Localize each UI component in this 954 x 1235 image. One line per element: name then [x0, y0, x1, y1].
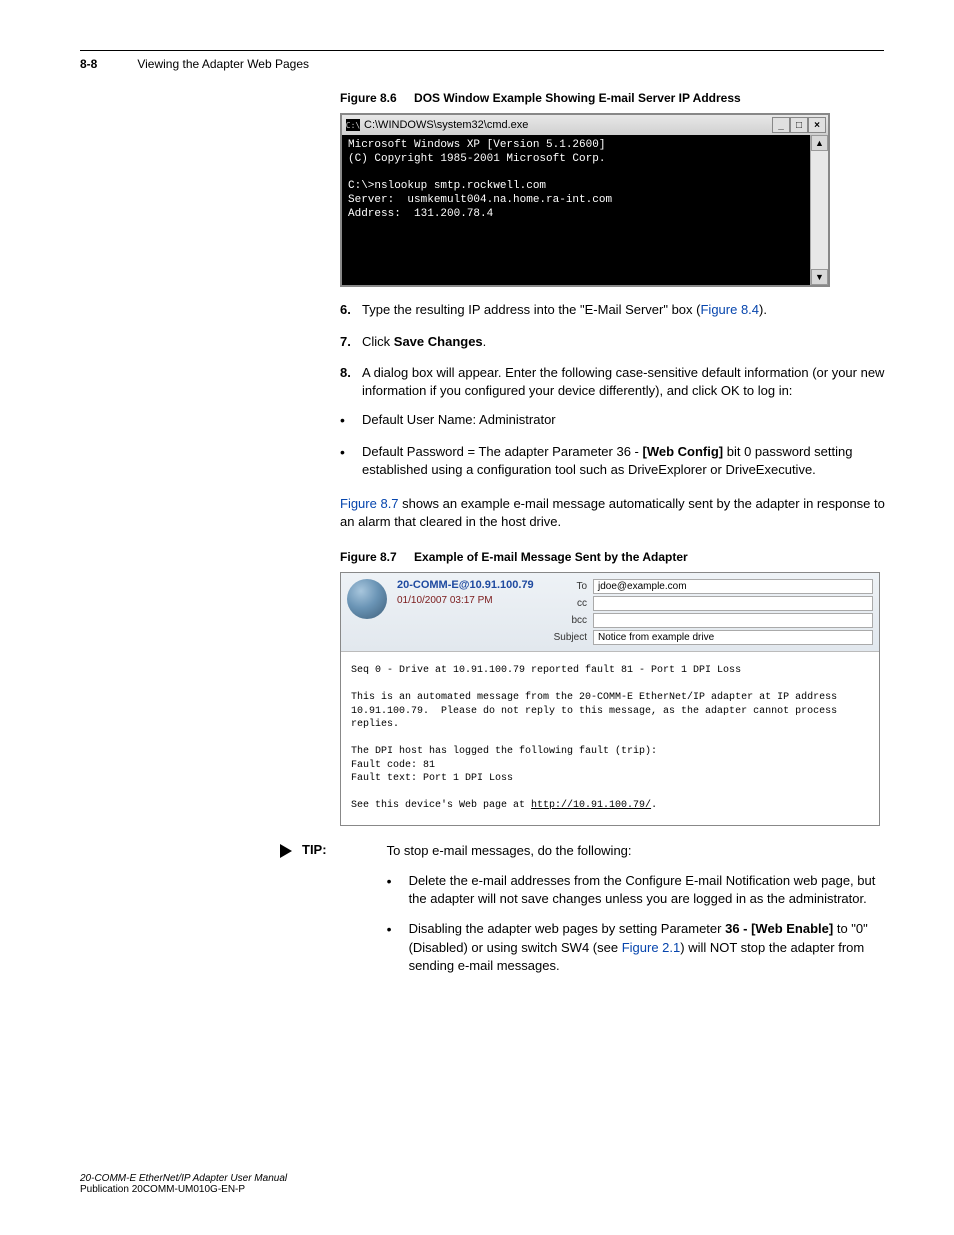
minimize-button[interactable]: _: [772, 117, 790, 133]
subject-label: Subject: [547, 632, 587, 643]
figure-title: Example of E-mail Message Sent by the Ad…: [414, 550, 688, 564]
credentials-bullet-1: • Default User Name: Administrator: [340, 411, 900, 431]
tip-block: TIP: To stop e-mail messages, do the fol…: [280, 842, 884, 975]
email-body: Seq 0 - Drive at 10.91.100.79 reported f…: [341, 652, 879, 825]
chapter-title: Viewing the Adapter Web Pages: [137, 57, 309, 71]
cc-field[interactable]: [593, 596, 873, 611]
avatar-icon: [347, 579, 387, 619]
step-6: 6. Type the resulting IP address into th…: [340, 301, 900, 319]
figure-label: Figure 8.7: [340, 550, 397, 564]
footer: 20-COMM-E EtherNet/IP Adapter User Manua…: [80, 1173, 287, 1195]
scroll-down-icon[interactable]: ▼: [811, 269, 828, 285]
maximize-button[interactable]: □: [790, 117, 808, 133]
figure-8-6-caption: Figure 8.6 DOS Window Example Showing E-…: [340, 91, 900, 105]
scroll-up-icon[interactable]: ▲: [811, 135, 828, 151]
credentials-bullet-2: • Default Password = The adapter Paramet…: [340, 443, 900, 479]
bcc-label: bcc: [547, 615, 587, 626]
dos-titlebar: C:\ C:\WINDOWS\system32\cmd.exe _ □ ×: [342, 115, 828, 135]
figure-8-7-intro: Figure 8.7 shows an example e-mail messa…: [340, 495, 900, 530]
to-label: To: [547, 581, 587, 592]
tip-label: TIP:: [302, 842, 327, 857]
tip-arrow-icon: [280, 844, 292, 858]
email-header: 20-COMM-E@10.91.100.79 01/10/2007 03:17 …: [341, 573, 879, 652]
figure-link[interactable]: Figure 8.7: [340, 496, 399, 511]
figure-8-7-caption: Figure 8.7 Example of E-mail Message Sen…: [340, 550, 900, 564]
cc-label: cc: [547, 598, 587, 609]
step-7: 7. Click Save Changes.: [340, 333, 900, 351]
step-text: Click Save Changes.: [362, 333, 486, 351]
bullet-text: Default Password = The adapter Parameter…: [362, 443, 900, 479]
step-text: A dialog box will appear. Enter the foll…: [362, 364, 900, 399]
bullet-icon: •: [387, 872, 409, 908]
figure-label: Figure 8.6: [340, 91, 397, 105]
publication-number: Publication 20COMM-UM010G-EN-P: [80, 1184, 287, 1195]
tip-intro: To stop e-mail messages, do the followin…: [387, 842, 884, 860]
figure-link[interactable]: Figure 8.4: [700, 302, 759, 317]
email-date: 01/10/2007 03:17 PM: [397, 595, 547, 606]
dos-output: Microsoft Windows XP [Version 5.1.2600] …: [342, 135, 810, 285]
bcc-field[interactable]: [593, 613, 873, 628]
step-number: 7.: [340, 333, 362, 351]
bullet-text: Disabling the adapter web pages by setti…: [409, 920, 884, 975]
to-field[interactable]: jdoe@example.com: [593, 579, 873, 594]
tip-bullet-2: • Disabling the adapter web pages by set…: [387, 920, 884, 975]
manual-title: 20-COMM-E EtherNet/IP Adapter User Manua…: [80, 1173, 287, 1184]
bullet-icon: •: [387, 920, 409, 975]
bullet-icon: •: [340, 443, 362, 479]
device-link[interactable]: http://10.91.100.79/: [531, 800, 651, 811]
bullet-icon: •: [340, 411, 362, 431]
figure-title: DOS Window Example Showing E-mail Server…: [414, 91, 741, 105]
figure-link[interactable]: Figure 2.1: [622, 940, 681, 955]
cmd-icon: C:\: [346, 119, 360, 131]
subject-field[interactable]: Notice from example drive: [593, 630, 873, 645]
step-8: 8. A dialog box will appear. Enter the f…: [340, 364, 900, 399]
close-button[interactable]: ×: [808, 117, 826, 133]
step-number: 8.: [340, 364, 362, 399]
scrollbar[interactable]: ▲ ▼: [810, 135, 828, 285]
email-message: 20-COMM-E@10.91.100.79 01/10/2007 03:17 …: [340, 572, 880, 826]
tip-bullet-1: • Delete the e-mail addresses from the C…: [387, 872, 884, 908]
step-text: Type the resulting IP address into the "…: [362, 301, 767, 319]
page-number: 8-8: [80, 57, 97, 71]
bullet-text: Default User Name: Administrator: [362, 411, 556, 431]
dos-window: C:\ C:\WINDOWS\system32\cmd.exe _ □ × Mi…: [340, 113, 830, 287]
bullet-text: Delete the e-mail addresses from the Con…: [409, 872, 884, 908]
header-rule: [80, 50, 884, 51]
email-from: 20-COMM-E@10.91.100.79: [397, 579, 547, 591]
step-number: 6.: [340, 301, 362, 319]
page-header: 8-8 Viewing the Adapter Web Pages: [80, 57, 884, 71]
dos-window-title: C:\WINDOWS\system32\cmd.exe: [364, 119, 772, 131]
